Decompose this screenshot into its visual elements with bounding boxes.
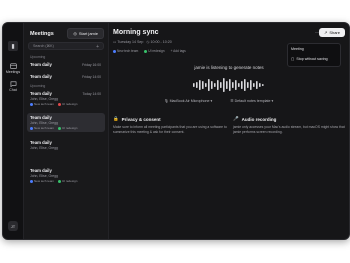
- share-icon: ↗: [323, 30, 328, 35]
- popup-item-meeting[interactable]: Meeting: [291, 47, 304, 51]
- share-label: Share: [329, 30, 340, 35]
- page-title: Morning sync: [113, 29, 159, 36]
- meeting-time: 10:00 - 10:20: [150, 40, 172, 44]
- stop-without-saving-button[interactable]: ▢ Stop without saving: [291, 57, 328, 61]
- item-people: John, Elise, Gregg: [30, 146, 58, 150]
- meeting-meta: ▭ Tuesday 14 Sep ◷ 10:00 - 10:20: [113, 40, 172, 44]
- item-date: Friday 16:00: [82, 62, 101, 67]
- rail-item-chat[interactable]: Chat: [3, 81, 23, 92]
- list-item[interactable]: Team daily Today 14:00 John, Elise, Greg…: [27, 89, 105, 108]
- list-item[interactable]: Team daily John, Elise, Gregg New tech t…: [27, 166, 105, 185]
- tag: UI redesign: [58, 102, 77, 106]
- icon-rail: ▮ Meetings Chat JT: [3, 23, 24, 239]
- search-input[interactable]: Search (⌘K) +: [28, 42, 104, 50]
- list-title: Meetings: [30, 31, 54, 37]
- list-item[interactable]: Team daily John, Elise, Gregg: [27, 138, 105, 152]
- list-item[interactable]: Team daily Friday 14:00: [27, 72, 105, 81]
- tag: UI redesign: [58, 179, 77, 183]
- item-date: Friday 14:00: [82, 74, 101, 79]
- item-people: John, Elise, Gregg: [30, 97, 58, 101]
- rail-label-chat: Chat: [9, 88, 17, 92]
- template-icon: ☰: [230, 99, 234, 103]
- list-item[interactable]: Team daily Friday 16:00: [27, 60, 105, 69]
- audio-card: 🎤 Audio recording jamie only accesses you…: [233, 116, 348, 134]
- avatar[interactable]: JT: [8, 221, 18, 231]
- section-upcoming: Upcoming: [30, 55, 46, 59]
- tag: UI redesign: [58, 126, 77, 130]
- audio-body: jamie only accesses your Mac's audio str…: [233, 125, 345, 134]
- add-tag-button[interactable]: + Add tags: [171, 49, 186, 53]
- privacy-card: 🔒 Privacy & consent Make sure to inform a…: [113, 116, 227, 134]
- tag: New tech team: [30, 126, 54, 130]
- mic-icon: 🎤: [233, 116, 239, 121]
- item-people: John, Elise, Gregg: [30, 174, 58, 178]
- app-window: ▮ Meetings Chat JT Meetings ◎ Start jami…: [2, 22, 350, 240]
- search-placeholder: Search (⌘K): [33, 44, 54, 48]
- meeting-tags: New tech team UI redesign + Add tags: [113, 49, 186, 53]
- sidebar-toggle-icon[interactable]: ▮: [8, 41, 18, 51]
- rail-item-meetings[interactable]: Meetings: [3, 63, 23, 74]
- meeting-detail: Morning sync ▭ Tuesday 14 Sep ◷ 10:00 - …: [109, 23, 349, 239]
- privacy-body: Make sure to inform all meeting particip…: [113, 125, 227, 134]
- add-icon[interactable]: +: [96, 44, 99, 50]
- tag: New tech team: [30, 179, 54, 183]
- item-people: John, Elise, Gregg: [30, 121, 58, 125]
- meeting-date: Tuesday 14 Sep: [117, 40, 144, 44]
- meeting-popup-menu: Meeting ▢ Stop without saving: [287, 43, 341, 67]
- calendar-icon: [9, 63, 17, 69]
- recording-controls: 🎙 MacBook Air Microphone ▾ ☰ Default not…: [164, 99, 273, 103]
- tag: New tech team: [30, 102, 54, 106]
- lock-icon: 🔒: [113, 116, 119, 121]
- item-date: Today 14:00: [82, 91, 101, 96]
- listening-status: jamie is listening to generate notes: [194, 65, 264, 70]
- start-label: Start jamie: [78, 31, 98, 36]
- start-jamie-button[interactable]: ◎ Start jamie: [67, 28, 104, 39]
- audio-waveform: [193, 78, 264, 92]
- item-title: Team daily: [30, 115, 52, 120]
- item-title: Team daily: [30, 168, 52, 173]
- clock-icon: ◷: [146, 40, 150, 44]
- section-upcoming-2: Upcoming: [30, 84, 46, 88]
- tag[interactable]: UI redesign: [144, 49, 165, 53]
- share-button[interactable]: ↗ Share: [318, 28, 345, 37]
- item-title: Team daily: [30, 140, 52, 145]
- stop-icon: ▢: [291, 57, 295, 61]
- tag[interactable]: New tech team: [113, 49, 138, 53]
- microphone-icon: 🎙: [164, 99, 169, 103]
- rail-label-meetings: Meetings: [5, 70, 21, 74]
- template-select[interactable]: ☰ Default notes template ▾: [230, 99, 273, 103]
- start-icon: ◎: [73, 31, 77, 36]
- date-icon: ▭: [113, 40, 117, 44]
- microphone-select[interactable]: 🎙 MacBook Air Microphone ▾: [164, 99, 212, 103]
- chat-icon: [10, 81, 16, 87]
- meetings-list-panel: Meetings ◎ Start jamie Search (⌘K) + Upc…: [24, 23, 109, 239]
- list-item-selected[interactable]: Team daily John, Elise, Gregg New tech t…: [27, 113, 105, 132]
